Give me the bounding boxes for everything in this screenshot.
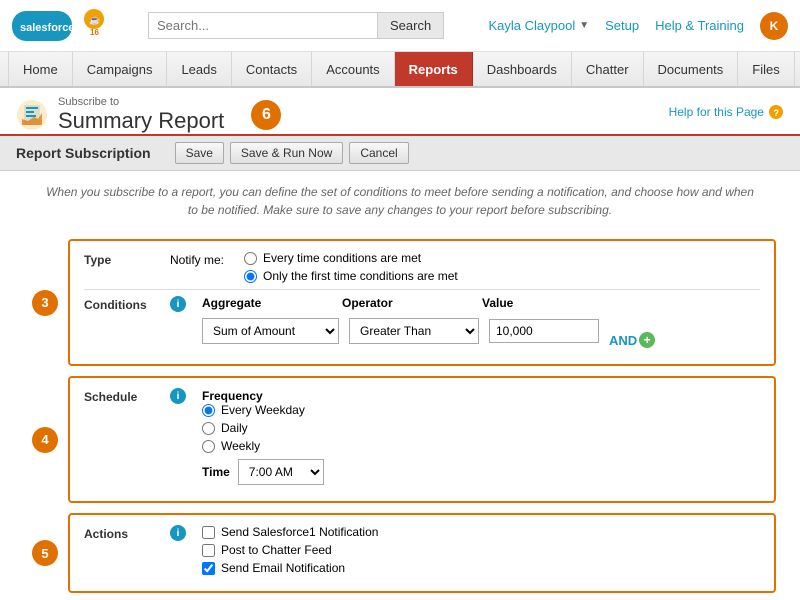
nav-item-contacts[interactable]: Contacts — [232, 52, 312, 86]
page-title-area: Subscribe to Summary Report — [16, 96, 224, 134]
action-chatter-checkbox[interactable] — [202, 544, 215, 557]
nav-item-accounts[interactable]: Accounts — [312, 52, 394, 86]
type-conditions-section: Type Notify me: Every time conditions ar… — [68, 239, 776, 366]
radio-every-time-input[interactable] — [244, 252, 257, 265]
freq-weekly[interactable]: Weekly — [202, 439, 324, 453]
action-chatter[interactable]: Post to Chatter Feed — [202, 543, 378, 557]
schedule-row: Schedule i Frequency Every Weekday Daily — [84, 388, 760, 485]
actions-row: Actions i Send Salesforce1 Notification … — [84, 525, 760, 575]
action-sf1[interactable]: Send Salesforce1 Notification — [202, 525, 378, 539]
action-sf1-checkbox[interactable] — [202, 526, 215, 539]
step-5-badge: 5 — [32, 540, 58, 566]
actions-info-icon[interactable]: i — [170, 525, 186, 541]
freq-weekday[interactable]: Every Weekday — [202, 403, 324, 417]
radio-first-time[interactable]: Only the first time conditions are met — [244, 269, 458, 283]
svg-text:16: 16 — [90, 28, 99, 37]
avatar: K — [760, 12, 788, 40]
nav-bar: Home Campaigns Leads Contacts Accounts R… — [0, 52, 800, 88]
freq-daily-input[interactable] — [202, 422, 215, 435]
nav-item-reports[interactable]: Reports — [395, 52, 473, 86]
time-select[interactable]: 7:00 AM 8:00 AM 9:00 AM 12:00 PM — [238, 459, 324, 485]
cancel-button[interactable]: Cancel — [349, 142, 408, 164]
notify-options: Every time conditions are met Only the f… — [244, 251, 458, 283]
salesforce-logo: salesforce ☕ 16 — [12, 7, 132, 45]
radio-every-time[interactable]: Every time conditions are met — [244, 251, 458, 265]
page-title: Summary Report — [58, 108, 224, 133]
type-row: Type Notify me: Every time conditions ar… — [84, 251, 760, 283]
svg-text:☕: ☕ — [89, 14, 100, 25]
frequency-group: Every Weekday Daily Weekly — [202, 403, 324, 453]
header-right: Kayla Claypool ▼ Setup Help & Training K — [489, 12, 789, 40]
aggregate-col-header: Aggregate — [202, 296, 332, 310]
conditions-info-icon[interactable]: i — [170, 296, 186, 312]
search-area: Search — [148, 12, 468, 39]
operator-select[interactable]: Greater Than Less Than Equal To Not Equa… — [349, 318, 479, 344]
action-email-checkbox[interactable] — [202, 562, 215, 575]
help-training-link[interactable]: Help & Training — [655, 18, 744, 33]
report-icon — [16, 99, 48, 131]
nav-item-campaigns[interactable]: Campaigns — [73, 52, 168, 86]
sub-header: Subscribe to Summary Report 6 Help for t… — [0, 88, 800, 136]
step-6-badge: 6 — [251, 100, 281, 130]
actions-list: Send Salesforce1 Notification Post to Ch… — [202, 525, 378, 575]
value-input[interactable] — [489, 319, 599, 343]
nav-item-files[interactable]: Files — [738, 52, 794, 86]
freq-daily[interactable]: Daily — [202, 421, 324, 435]
nav-item-leads[interactable]: Leads — [167, 52, 231, 86]
freq-weekday-input[interactable] — [202, 404, 215, 417]
step-3-badge: 3 — [32, 290, 58, 316]
add-condition-icon: + — [639, 332, 655, 348]
search-input[interactable] — [148, 12, 378, 39]
conditions-label: Conditions — [84, 296, 154, 312]
section-header: Report Subscription Save Save & Run Now … — [0, 136, 800, 171]
subscribe-to-label: Subscribe to — [58, 96, 224, 108]
nav-item-plus[interactable]: + — [795, 52, 800, 86]
info-text: When you subscribe to a report, you can … — [0, 171, 800, 231]
freq-weekly-input[interactable] — [202, 440, 215, 453]
aggregate-select[interactable]: Sum of Amount Count Average of Amount — [202, 318, 339, 344]
schedule-info-icon[interactable]: i — [170, 388, 186, 404]
time-label: Time — [202, 465, 230, 479]
notify-me-label: Notify me: — [170, 251, 224, 267]
operator-col-header: Operator — [342, 296, 472, 310]
and-add-button[interactable]: AND + — [609, 332, 655, 348]
setup-link[interactable]: Setup — [605, 18, 639, 33]
type-label: Type — [84, 251, 154, 267]
section-title: Report Subscription — [16, 145, 151, 161]
help-icon: ? — [768, 104, 784, 120]
save-button[interactable]: Save — [175, 142, 224, 164]
radio-first-time-input[interactable] — [244, 270, 257, 283]
nav-item-dashboards[interactable]: Dashboards — [473, 52, 572, 86]
form-body: 3 Type Notify me: Every time conditions … — [0, 231, 800, 600]
svg-text:salesforce: salesforce — [20, 22, 74, 34]
logo-area: salesforce ☕ 16 — [12, 7, 132, 45]
actions-label: Actions — [84, 525, 154, 541]
conditions-row: Conditions i Aggregate Operator Value Su… — [84, 296, 760, 348]
nav-item-home[interactable]: Home — [8, 52, 73, 86]
nav-item-documents[interactable]: Documents — [644, 52, 739, 86]
schedule-section: Schedule i Frequency Every Weekday Daily — [68, 376, 776, 503]
save-run-button[interactable]: Save & Run Now — [230, 142, 343, 164]
svg-text:?: ? — [773, 108, 779, 118]
value-col-header: Value — [482, 296, 592, 310]
action-email[interactable]: Send Email Notification — [202, 561, 378, 575]
user-name[interactable]: Kayla Claypool ▼ — [489, 18, 590, 33]
step-4-badge: 4 — [32, 427, 58, 453]
top-header: salesforce ☕ 16 Search Kayla Claypool ▼ … — [0, 0, 800, 52]
help-link[interactable]: Help for this Page ? — [669, 96, 784, 120]
page-title-group: Subscribe to Summary Report — [58, 96, 224, 134]
actions-section: Actions i Send Salesforce1 Notification … — [68, 513, 776, 593]
content-area: Subscribe to Summary Report 6 Help for t… — [0, 88, 800, 600]
frequency-label: Frequency — [202, 389, 263, 403]
time-row: Time 7:00 AM 8:00 AM 9:00 AM 12:00 PM — [202, 459, 324, 485]
search-button[interactable]: Search — [378, 12, 444, 39]
schedule-label: Schedule — [84, 388, 154, 404]
user-dropdown-arrow: ▼ — [579, 20, 589, 31]
nav-item-chatter[interactable]: Chatter — [572, 52, 644, 86]
